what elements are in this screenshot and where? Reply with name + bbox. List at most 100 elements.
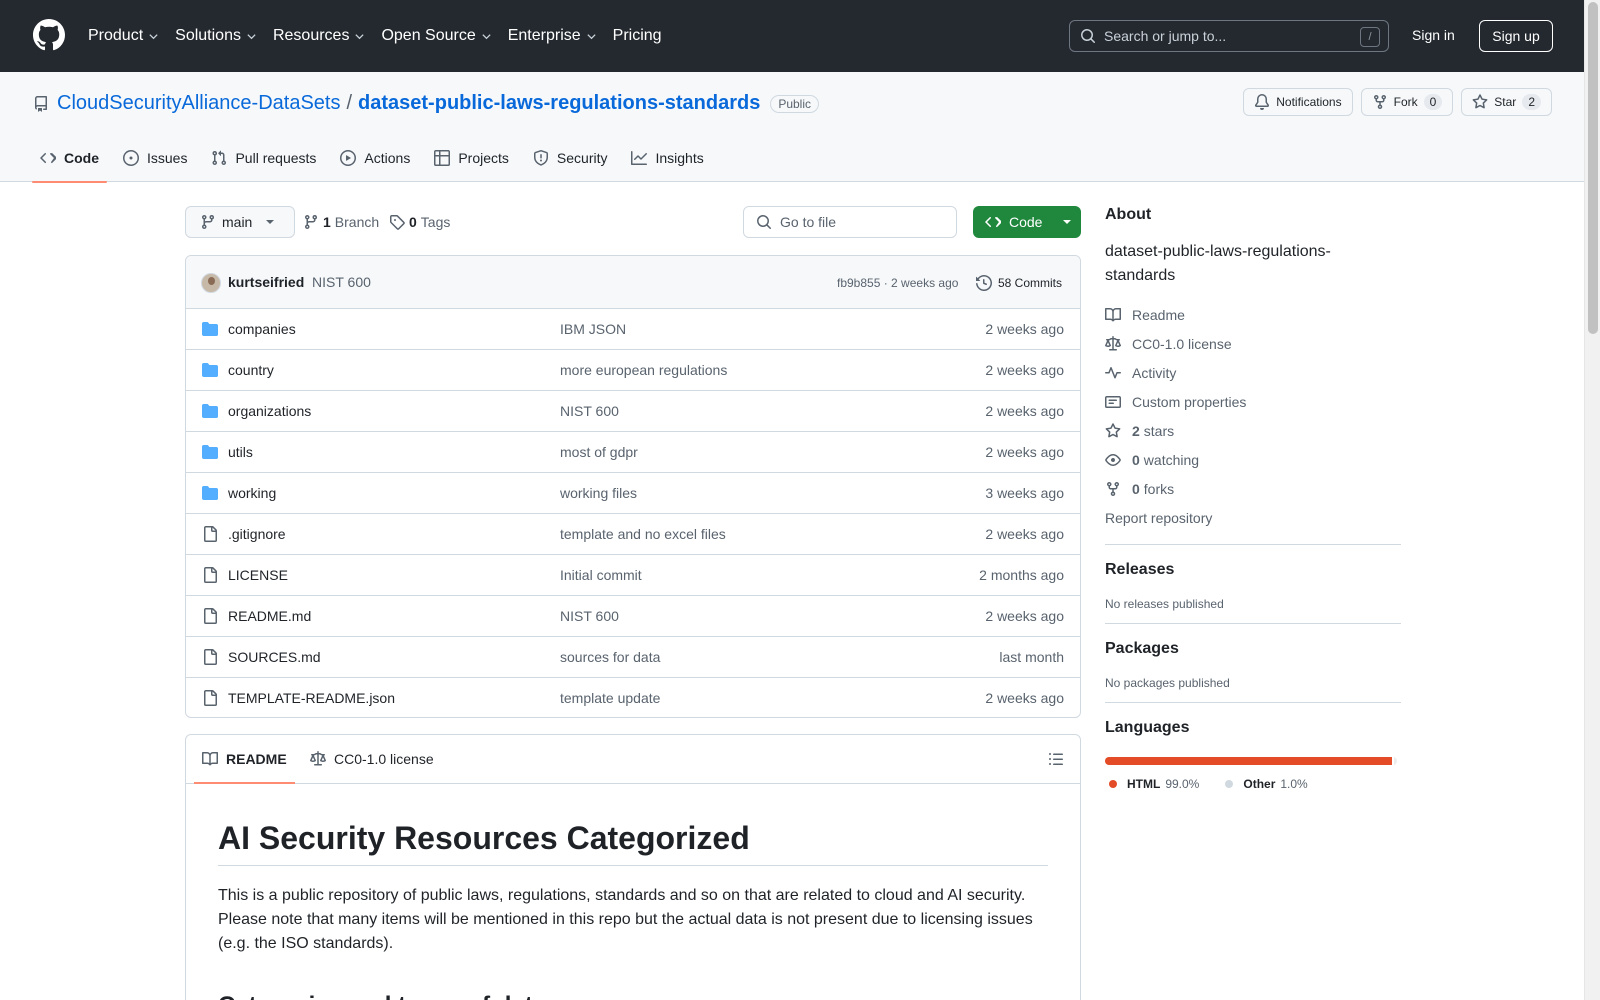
- nav-item-product[interactable]: Product: [88, 27, 159, 45]
- file-name-link[interactable]: utils: [228, 444, 253, 460]
- repo-icon: [34, 95, 47, 112]
- fork-button[interactable]: Fork 0: [1360, 88, 1454, 116]
- about-link-count: 0: [1132, 480, 1140, 497]
- notifications-button[interactable]: Notifications: [1243, 88, 1353, 116]
- packages-heading[interactable]: Packages: [1105, 640, 1401, 658]
- file-name-link[interactable]: organizations: [228, 403, 311, 419]
- report-repository-link[interactable]: Report repository: [1105, 503, 1401, 532]
- eye-icon: [1105, 453, 1121, 466]
- about-link-count: 2: [1132, 422, 1140, 439]
- file-name-link[interactable]: SOURCES.md: [228, 649, 321, 665]
- branch-icon: [304, 215, 317, 230]
- about-link-watching[interactable]: 0 watching: [1105, 445, 1401, 474]
- github-logo-icon[interactable]: [33, 19, 65, 51]
- search-placeholder: Search or jump to...: [1104, 28, 1227, 44]
- file-name-link[interactable]: working: [228, 485, 276, 501]
- page-scrollbar[interactable]: [1584, 0, 1600, 1000]
- file-icon: [204, 608, 217, 624]
- nav-item-solutions[interactable]: Solutions: [175, 27, 257, 45]
- sign-up-button[interactable]: Sign up: [1479, 20, 1553, 52]
- tab-insights[interactable]: Insights: [623, 134, 711, 182]
- nav-item-open-source[interactable]: Open Source: [381, 27, 491, 45]
- about-link-forks[interactable]: 0 forks: [1105, 474, 1401, 503]
- file-commit-message-link[interactable]: most of gdpr: [560, 444, 638, 460]
- file-name-link[interactable]: companies: [228, 321, 296, 337]
- repo-name-link[interactable]: dataset-public-laws-regulations-standard…: [358, 92, 760, 115]
- about-link-label: watching: [1143, 451, 1200, 468]
- repo-actions: Notifications Fork 0 Star 2: [1235, 88, 1552, 116]
- repo-tabs: Code Issues Pull requests Actions Projects Se…: [32, 134, 720, 183]
- language-bar: [1105, 757, 1397, 765]
- about-link-custom-properties[interactable]: Custom properties: [1105, 387, 1401, 416]
- commits-history-link[interactable]: 58 Commits: [976, 275, 1062, 291]
- releases-empty-text: No releases published: [1105, 597, 1224, 611]
- file-commit-message-link[interactable]: template and no excel files: [560, 526, 726, 542]
- nav-item-pricing[interactable]: Pricing: [613, 27, 662, 45]
- book-icon: [202, 751, 218, 766]
- about-link-activity[interactable]: Activity: [1105, 358, 1401, 387]
- scrollbar-thumb[interactable]: [1588, 2, 1598, 334]
- commit-hash-time: fb9b855 · 2 weeks ago: [837, 276, 959, 290]
- file-name-link[interactable]: README.md: [228, 608, 311, 624]
- search-input[interactable]: Search or jump to... /: [1069, 20, 1389, 52]
- file-name-link[interactable]: .gitignore: [228, 526, 286, 542]
- file-commit-message-link[interactable]: more european regulations: [560, 362, 727, 378]
- branches-link[interactable]: 1 Branch: [303, 206, 379, 238]
- file-icon: [204, 649, 217, 665]
- language-item[interactable]: Other 1.0%: [1225, 777, 1308, 791]
- sign-in-link[interactable]: Sign in: [1412, 27, 1455, 43]
- tab-security[interactable]: Security: [525, 134, 616, 182]
- file-commit-message-link[interactable]: Initial commit: [560, 567, 642, 583]
- file-name-link[interactable]: country: [228, 362, 274, 378]
- readme-content: AI Security Resources Categorized This i…: [186, 820, 1080, 1000]
- tab-label: Issues: [147, 150, 188, 166]
- file-commit-message-link[interactable]: template update: [560, 690, 660, 706]
- fork-icon: [1373, 95, 1386, 110]
- file-commit-date: 2 weeks ago: [985, 403, 1064, 419]
- star-button[interactable]: Star 2: [1461, 88, 1552, 116]
- notifications-label: Notifications: [1276, 95, 1342, 109]
- tags-link[interactable]: 0 Tags: [389, 206, 450, 238]
- code-icon: [40, 153, 56, 164]
- shield-icon: [533, 150, 548, 166]
- language-item[interactable]: HTML 99.0%: [1109, 777, 1199, 791]
- divider: [1105, 702, 1401, 703]
- file-commit-message-link[interactable]: NIST 600: [560, 608, 619, 624]
- branch-selector[interactable]: main: [185, 206, 296, 238]
- tab-pull-requests[interactable]: Pull requests: [203, 134, 324, 182]
- tab-label: Security: [556, 150, 608, 166]
- commit-message-link[interactable]: NIST 600: [312, 274, 371, 290]
- nav-item-enterprise[interactable]: Enterprise: [508, 27, 597, 45]
- file-commit-date: 2 weeks ago: [985, 444, 1064, 460]
- commit-author-link[interactable]: kurtseifried: [228, 274, 304, 290]
- file-commit-message-link[interactable]: sources for data: [560, 649, 660, 665]
- repo-owner-link[interactable]: CloudSecurityAlliance-DataSets: [57, 92, 340, 115]
- tab-projects[interactable]: Projects: [426, 134, 517, 182]
- tab-label: Actions: [364, 150, 411, 166]
- file-name-link[interactable]: TEMPLATE-README.json: [228, 690, 395, 706]
- tab-code[interactable]: Code: [32, 134, 107, 183]
- about-link-stars[interactable]: 2 stars: [1105, 416, 1401, 445]
- language-name: HTML: [1127, 777, 1161, 791]
- caret-down-icon: [266, 220, 275, 224]
- file-commit-message-link[interactable]: working files: [560, 485, 637, 501]
- fork-count: 0: [1423, 94, 1443, 110]
- tab-actions[interactable]: Actions: [332, 134, 418, 182]
- file-icon: [204, 526, 217, 542]
- releases-heading[interactable]: Releases: [1105, 561, 1401, 579]
- nav-item-resources[interactable]: Resources: [273, 27, 365, 45]
- list-unordered-icon[interactable]: [1048, 751, 1064, 767]
- tab-license[interactable]: CC0-1.0 license: [302, 735, 442, 783]
- table-row: organizations NIST 600 2 weeks ago: [186, 391, 1080, 432]
- tag-count-label: Tags: [420, 214, 451, 230]
- tab-readme[interactable]: README: [194, 735, 295, 784]
- about-link-readme[interactable]: Readme: [1105, 300, 1401, 329]
- tab-issues[interactable]: Issues: [115, 134, 195, 182]
- file-commit-message-link[interactable]: IBM JSON: [560, 321, 626, 337]
- about-link-cc0-1-0-license[interactable]: CC0-1.0 license: [1105, 329, 1401, 358]
- code-dropdown-button[interactable]: Code: [973, 206, 1081, 238]
- avatar[interactable]: [201, 273, 221, 293]
- go-to-file-input[interactable]: Go to file: [743, 206, 957, 238]
- file-name-link[interactable]: LICENSE: [228, 567, 288, 583]
- file-commit-message-link[interactable]: NIST 600: [560, 403, 619, 419]
